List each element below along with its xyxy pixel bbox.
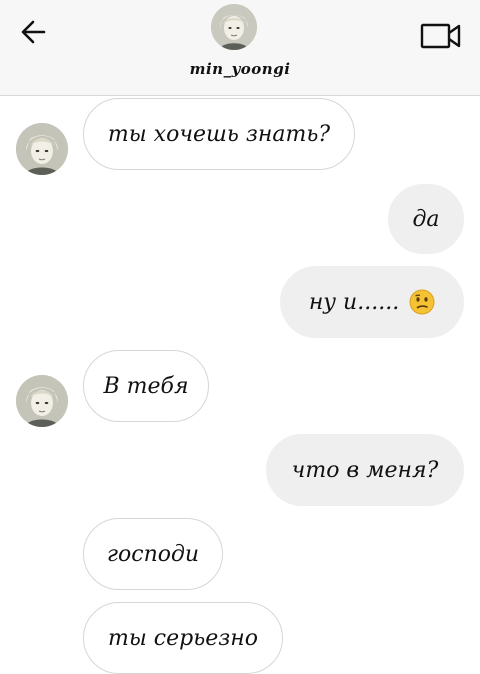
confused-face-icon bbox=[409, 289, 435, 315]
message-text: ты серьезно bbox=[108, 625, 258, 651]
sender-avatar[interactable] bbox=[16, 123, 68, 175]
message-bubble-outgoing[interactable]: что в меня? bbox=[266, 434, 464, 506]
message-bubble-incoming[interactable]: ты серьезно bbox=[83, 602, 283, 674]
video-call-button[interactable] bbox=[418, 20, 464, 52]
message-bubble-outgoing[interactable]: да bbox=[388, 184, 464, 254]
message-bubble-incoming[interactable]: ты хочешь знать? bbox=[83, 98, 355, 170]
chat-header: min_yoongi bbox=[0, 0, 480, 96]
message-text: ну и...... bbox=[308, 289, 400, 315]
sender-avatar[interactable] bbox=[16, 375, 68, 427]
message-text: ты хочешь знать? bbox=[107, 121, 331, 147]
message-text: господи bbox=[106, 541, 200, 567]
header-avatar[interactable] bbox=[211, 4, 257, 50]
message-text: что в меня? bbox=[291, 457, 439, 483]
message-bubble-incoming[interactable]: В тебя bbox=[83, 350, 209, 422]
back-button[interactable] bbox=[16, 14, 52, 50]
message-text: В тебя bbox=[103, 373, 189, 399]
message-bubble-incoming[interactable]: господи bbox=[83, 518, 223, 590]
arrow-left-icon bbox=[21, 20, 46, 44]
header-username[interactable]: min_yoongi bbox=[0, 60, 480, 78]
message-bubble-outgoing[interactable]: ну и...... bbox=[280, 266, 464, 338]
video-camera-icon bbox=[420, 23, 461, 49]
message-text: да bbox=[412, 206, 440, 232]
